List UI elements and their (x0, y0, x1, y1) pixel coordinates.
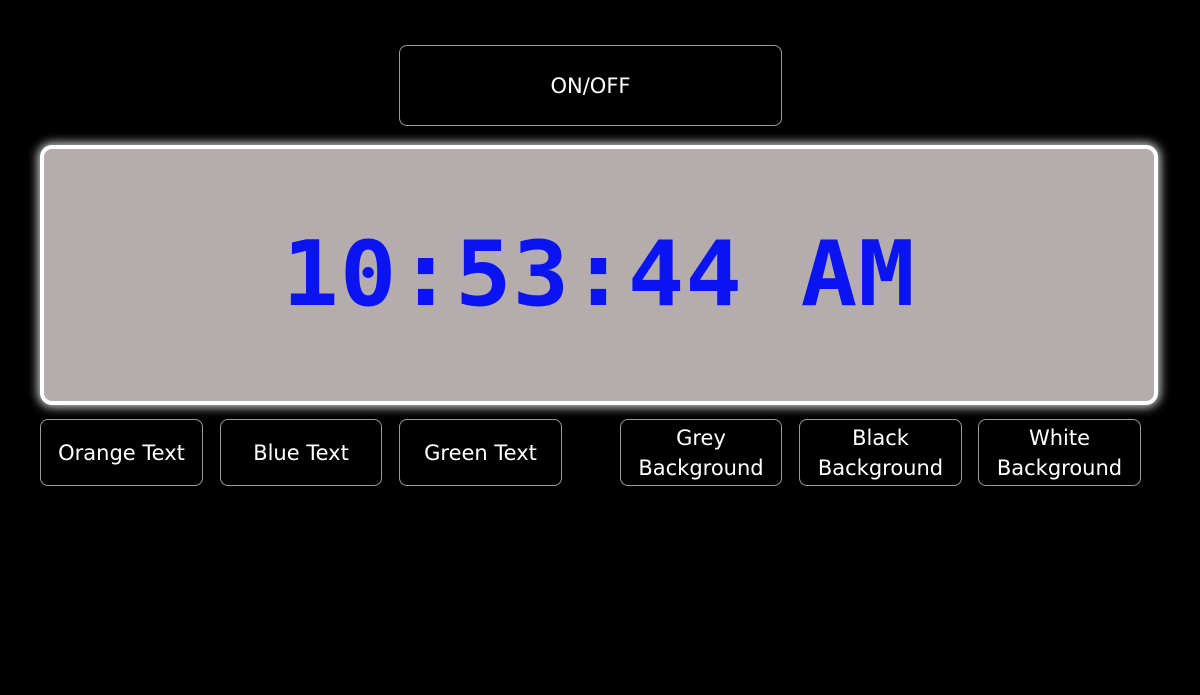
on-off-button[interactable]: ON/OFF (399, 45, 782, 126)
orange-text-button[interactable]: Orange Text (40, 419, 203, 486)
blue-text-button[interactable]: Blue Text (220, 419, 382, 486)
clock-time: 10:53:44 AM (282, 222, 916, 327)
white-background-button[interactable]: White Background (978, 419, 1141, 486)
grey-background-button[interactable]: Grey Background (620, 419, 782, 486)
green-text-button[interactable]: Green Text (399, 419, 562, 486)
clock-app: ON/OFF 10:53:44 AM Orange Text Blue Text… (0, 0, 1200, 695)
black-background-button[interactable]: Black Background (799, 419, 962, 486)
clock-display: 10:53:44 AM (40, 145, 1158, 405)
